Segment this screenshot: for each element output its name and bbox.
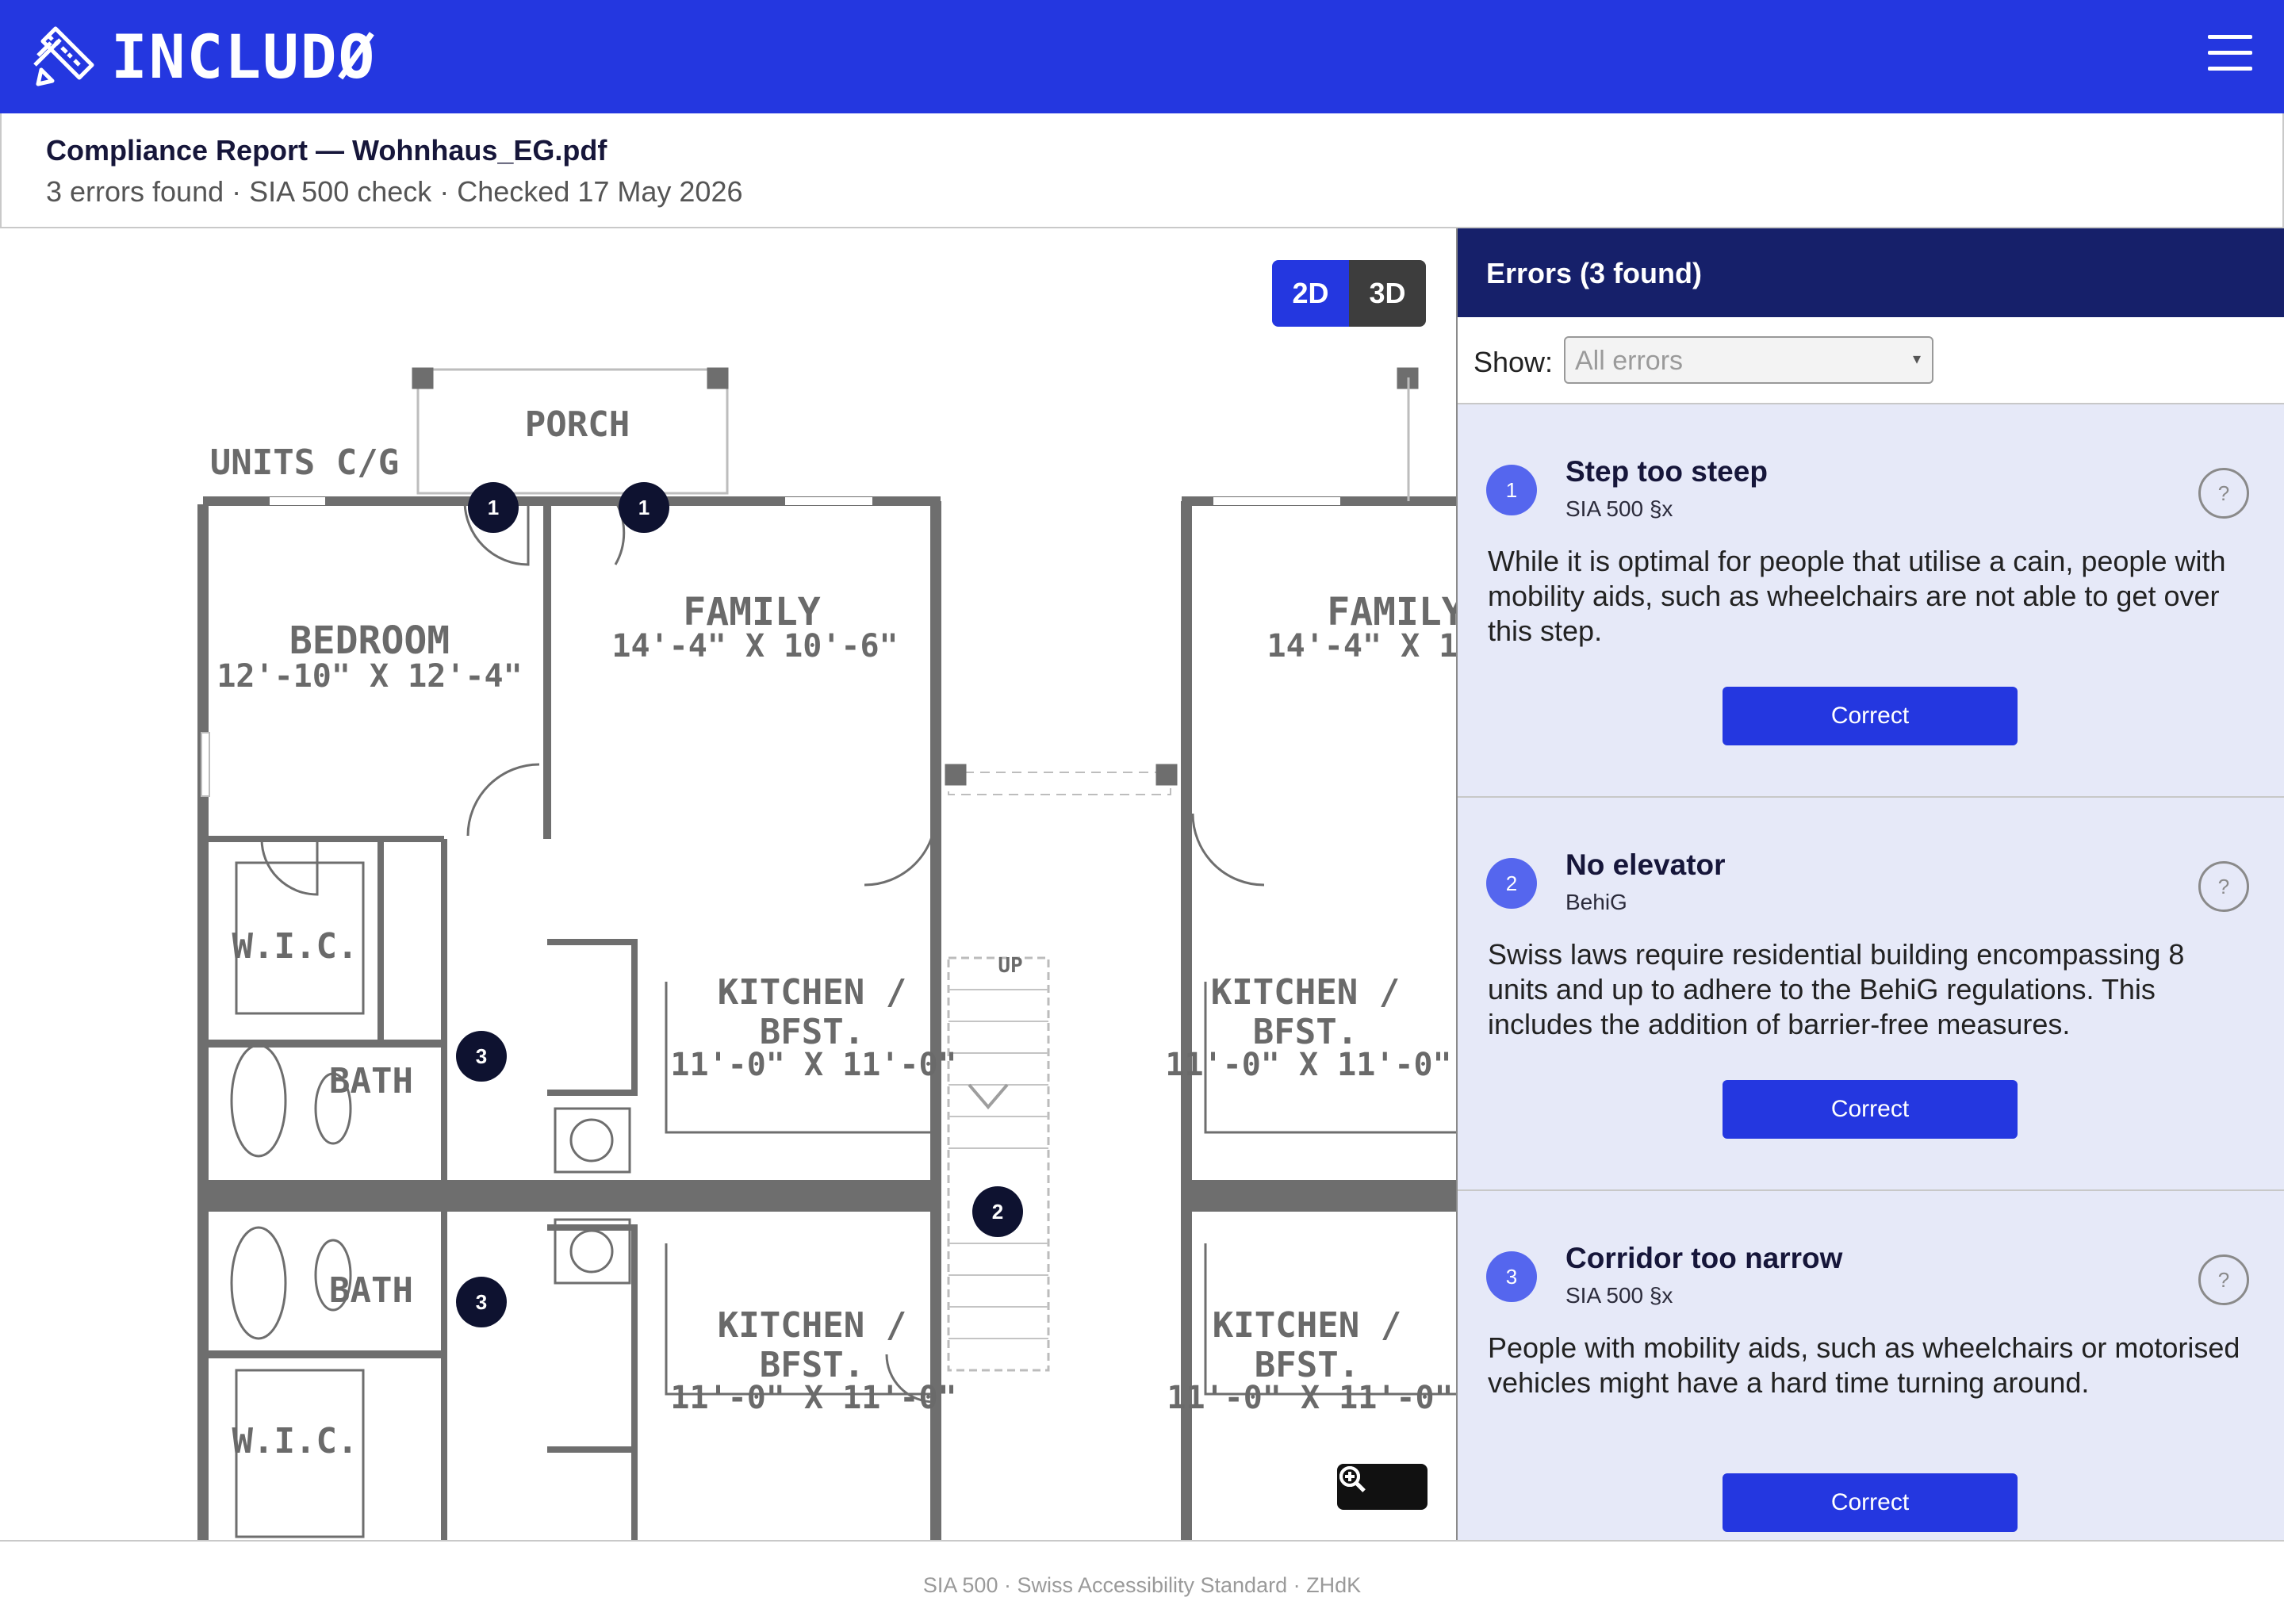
error-description: While it is optimal for people that util… xyxy=(1488,545,2226,647)
label-family-dim: 14'-4" X 10'-6" xyxy=(611,628,898,665)
label-wic-lower: W.I.C. xyxy=(232,1421,358,1461)
label-kitchen-l2-dim: 11'-0" X 11'-0" xyxy=(670,1380,956,1416)
error-number-badge: 2 xyxy=(1486,858,1537,909)
filter-selected-value: All errors xyxy=(1575,346,1684,376)
error-card-1: 1 Step too steep SIA 500 §x ? While it i… xyxy=(1458,404,2284,798)
error-filter-select[interactable]: All errors ▾ xyxy=(1564,336,1933,384)
footer-text: SIA 500 · Swiss Accessibility Standard ·… xyxy=(922,1573,1362,1597)
errors-panel: Errors (3 found) Show: All errors ▾ 1 St… xyxy=(1456,228,2284,1540)
help-icon[interactable]: ? xyxy=(2198,468,2249,519)
report-title: Compliance Report — Wohnhaus_EG.pdf xyxy=(46,134,607,167)
error-marker-1b[interactable]: 1 xyxy=(619,482,669,533)
label-kitchen-r-dim: 11'-0" X 11'-0" xyxy=(1165,1047,1451,1083)
label-bath-lower: BATH xyxy=(329,1270,413,1311)
error-marker-3b[interactable]: 3 xyxy=(456,1277,507,1327)
error-number-badge: 3 xyxy=(1486,1251,1537,1302)
error-description: Swiss laws require residential building … xyxy=(1488,938,2185,1040)
correct-button[interactable]: Correct xyxy=(1723,1473,2018,1532)
errors-panel-header: Errors (3 found) xyxy=(1458,228,2284,317)
label-family-right-dim: 14'-4" X 10 xyxy=(1267,628,1456,665)
view-3d-button[interactable]: 3D xyxy=(1349,260,1426,327)
chevron-down-icon: ▾ xyxy=(1912,350,1921,368)
error-title: No elevator xyxy=(1565,848,1726,881)
filter-label: Show: xyxy=(1473,346,1554,378)
error-filter-row: Show: All errors ▾ xyxy=(1458,317,2284,404)
label-kitchen-r2-dim: 11'-0" X 11'-0" xyxy=(1167,1380,1453,1416)
hamburger-menu-icon[interactable] xyxy=(2205,30,2255,78)
error-reference: SIA 500 §x xyxy=(1565,496,1673,521)
error-title: Step too steep xyxy=(1565,455,1768,488)
error-marker-2[interactable]: 2 xyxy=(972,1186,1023,1237)
label-bath: BATH xyxy=(329,1061,413,1101)
label-kitchen-r-1: KITCHEN / xyxy=(1211,972,1400,1013)
error-title: Corridor too narrow xyxy=(1565,1242,1843,1274)
error-card-2: 2 No elevator BehiG ? Swiss laws require… xyxy=(1458,798,2284,1191)
view-2d-button[interactable]: 2D xyxy=(1272,260,1349,327)
view-mode-toggle: 2D 3D xyxy=(1272,260,1426,327)
help-icon[interactable]: ? xyxy=(2198,1254,2249,1305)
label-bedroom-dim: 12'-10" X 12'-4" xyxy=(217,658,522,695)
pencil-ruler-icon xyxy=(33,26,94,86)
report-header: Compliance Report — Wohnhaus_EG.pdf 3 er… xyxy=(0,113,2284,228)
correct-button[interactable]: Correct xyxy=(1723,1080,2018,1139)
error-description: People with mobility aids, such as wheel… xyxy=(1488,1331,2240,1399)
zoom-in-icon[interactable] xyxy=(1339,1464,1428,1510)
label-kitchen-dim: 11'-0" X 11'-0" xyxy=(670,1047,956,1083)
label-bedroom: BEDROOM xyxy=(289,619,450,663)
error-marker-1a[interactable]: 1 xyxy=(468,482,519,533)
label-wic: W.I.C. xyxy=(232,926,358,967)
correct-button[interactable]: Correct xyxy=(1723,687,2018,745)
zoom-controls xyxy=(1337,1464,1428,1510)
logo-text: INCLUDØ xyxy=(111,21,377,92)
error-reference: SIA 500 §x xyxy=(1565,1283,1673,1308)
error-marker-3a[interactable]: 3 xyxy=(456,1031,507,1082)
label-porch: PORCH xyxy=(525,404,630,445)
errors-panel-title: Errors (3 found) xyxy=(1486,257,1703,289)
label-stair-up: UP xyxy=(998,954,1022,978)
help-icon[interactable]: ? xyxy=(2198,861,2249,912)
footer: SIA 500 · Swiss Accessibility Standard ·… xyxy=(0,1540,2284,1624)
floor-plan-viewer[interactable]: PORCH UNITS C/G BEDROOM 12'-10" X 12'-4"… xyxy=(0,228,1456,1540)
label-units: UNITS C/G xyxy=(210,442,399,483)
error-number-badge: 1 xyxy=(1486,465,1537,515)
label-kitchen-1: KITCHEN / xyxy=(718,972,906,1013)
error-card-3: 3 Corridor too narrow SIA 500 §x ? Peopl… xyxy=(1458,1191,2284,1540)
label-kitchen-r2-1: KITCHEN / xyxy=(1213,1305,1401,1346)
app-logo[interactable]: INCLUDØ xyxy=(32,21,376,92)
label-kitchen-l2-1: KITCHEN / xyxy=(718,1305,906,1346)
floor-plan-drawing: PORCH UNITS C/G BEDROOM 12'-10" X 12'-4"… xyxy=(197,367,1456,1540)
error-reference: BehiG xyxy=(1565,890,1627,914)
top-bar: INCLUDØ xyxy=(0,0,2284,113)
report-meta: 3 errors found · SIA 500 check · Checked… xyxy=(46,175,743,208)
